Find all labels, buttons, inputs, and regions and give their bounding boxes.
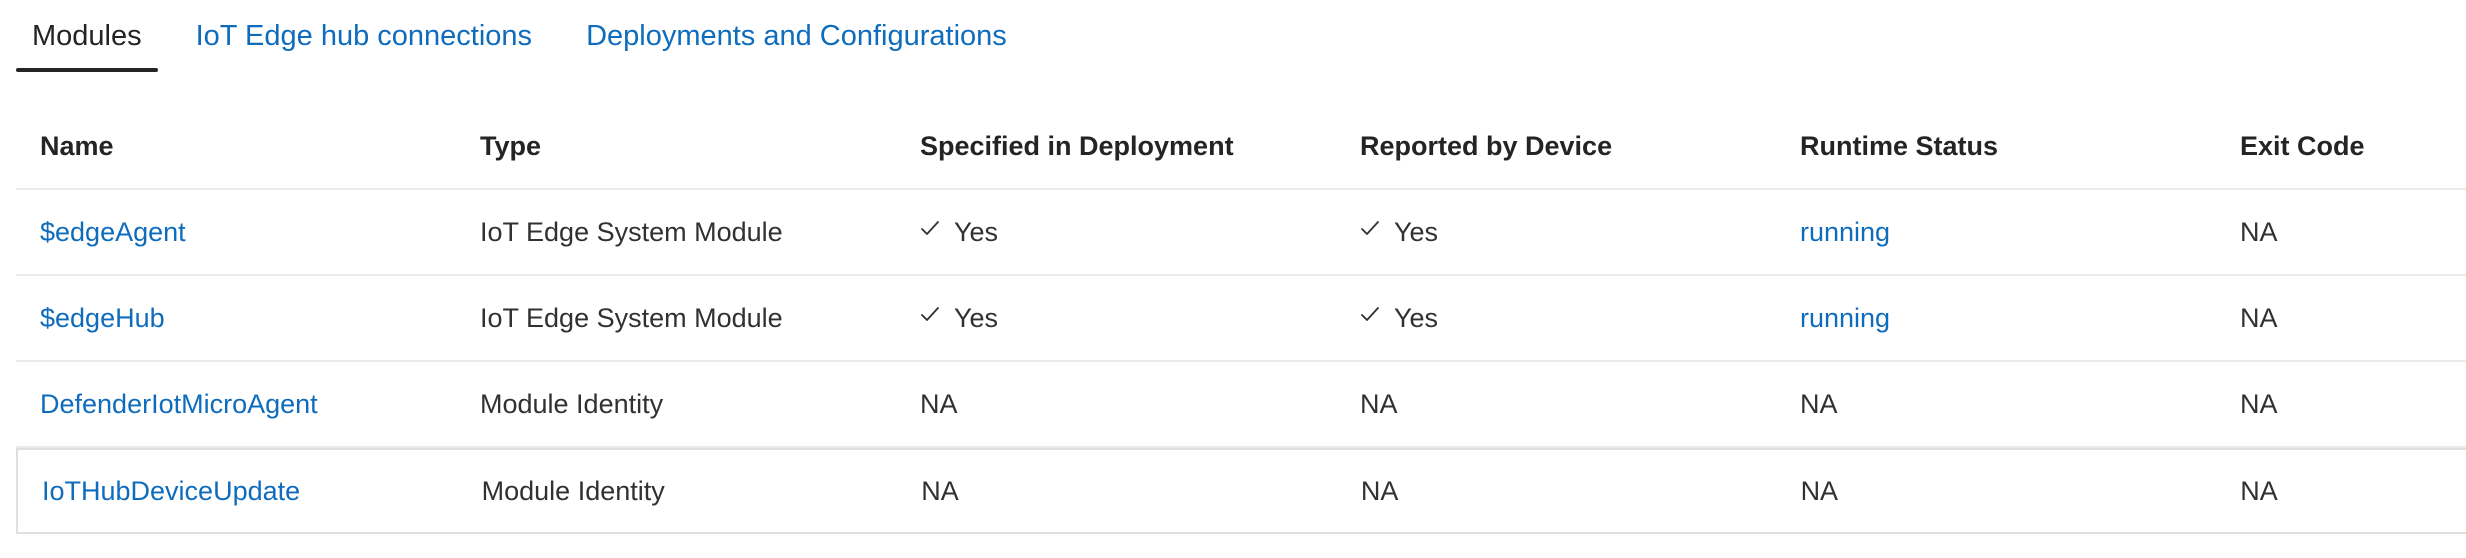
table-header-row: Name Type Specified in Deployment Report… [16, 104, 2466, 190]
column-header-specified-in-deployment[interactable]: Specified in Deployment [896, 131, 1336, 162]
tab-deployments-and-configurations[interactable]: Deployments and Configurations [570, 0, 1023, 72]
module-type-cell: IoT Edge System Module [480, 302, 783, 333]
column-header-type[interactable]: Type [456, 131, 896, 162]
runtime-status-cell: running [1776, 303, 2216, 334]
reported-value: Yes [1394, 216, 1439, 247]
reported-by-device-cell: NA [1360, 475, 1399, 506]
specified-in-deployment-cell: NA [921, 475, 959, 506]
specified-value: Yes [954, 302, 999, 333]
checkmark-icon [920, 304, 940, 324]
column-header-runtime-status[interactable]: Runtime Status [1776, 131, 2216, 162]
runtime-status-cell: running [1776, 217, 2216, 248]
module-name-link[interactable]: DefenderIotMicroAgent [40, 389, 318, 420]
runtime-status-cell: NA [1800, 388, 1838, 419]
checkmark-icon [920, 218, 940, 238]
reported-by-device-cell: Yes [1336, 303, 1776, 334]
table-row[interactable]: DefenderIotMicroAgent Module Identity NA… [16, 362, 2466, 448]
column-header-reported-by-device[interactable]: Reported by Device [1336, 131, 1776, 162]
tab-label: IoT Edge hub connections [195, 19, 533, 52]
specified-value: Yes [954, 216, 999, 247]
tab-bar: Modules IoT Edge hub connections Deploym… [16, 0, 1045, 72]
exit-code-cell: NA [2240, 388, 2278, 419]
module-name-cell: $edgeAgent [16, 217, 456, 248]
table-row[interactable]: IoTHubDeviceUpdate Module Identity NA NA… [16, 448, 2466, 534]
tab-label: Modules [32, 19, 142, 52]
tab-label: Deployments and Configurations [586, 19, 1007, 52]
column-header-name[interactable]: Name [16, 131, 456, 162]
module-name-link[interactable]: $edgeHub [40, 303, 165, 334]
module-name-link[interactable]: IoTHubDeviceUpdate [42, 476, 300, 507]
runtime-status-link[interactable]: running [1800, 303, 1890, 334]
specified-in-deployment-cell: NA [920, 388, 958, 419]
module-type-cell: Module Identity [480, 388, 664, 419]
iot-edge-device-modules-page: Modules IoT Edge hub connections Deploym… [0, 0, 2466, 558]
module-name-link[interactable]: $edgeAgent [40, 217, 186, 248]
module-name-cell: IoTHubDeviceUpdate [18, 476, 458, 507]
tab-modules[interactable]: Modules [16, 0, 158, 72]
exit-code-cell: NA [2240, 302, 2278, 333]
module-type-cell: IoT Edge System Module [480, 216, 783, 247]
specified-in-deployment-cell: Yes [896, 217, 1336, 248]
column-header-exit-code[interactable]: Exit Code [2216, 131, 2466, 162]
specified-in-deployment-cell: Yes [896, 303, 1336, 334]
runtime-status-link[interactable]: running [1800, 217, 1890, 248]
exit-code-cell: NA [2240, 475, 2278, 506]
checkmark-icon [1360, 304, 1380, 324]
table-row[interactable]: $edgeHub IoT Edge System Module Yes Yes … [16, 276, 2466, 362]
module-name-cell: DefenderIotMicroAgent [16, 389, 456, 420]
reported-by-device-cell: Yes [1336, 217, 1776, 248]
modules-table: Name Type Specified in Deployment Report… [16, 104, 2466, 534]
runtime-status-cell: NA [1800, 475, 1839, 506]
reported-by-device-cell: NA [1360, 388, 1398, 419]
module-name-cell: $edgeHub [16, 303, 456, 334]
checkmark-icon [1360, 218, 1380, 238]
tab-iot-edge-hub-connections[interactable]: IoT Edge hub connections [180, 0, 548, 72]
reported-value: Yes [1394, 302, 1439, 333]
module-type-cell: Module Identity [481, 475, 665, 506]
table-row[interactable]: $edgeAgent IoT Edge System Module Yes Ye… [16, 190, 2466, 276]
exit-code-cell: NA [2240, 216, 2278, 247]
